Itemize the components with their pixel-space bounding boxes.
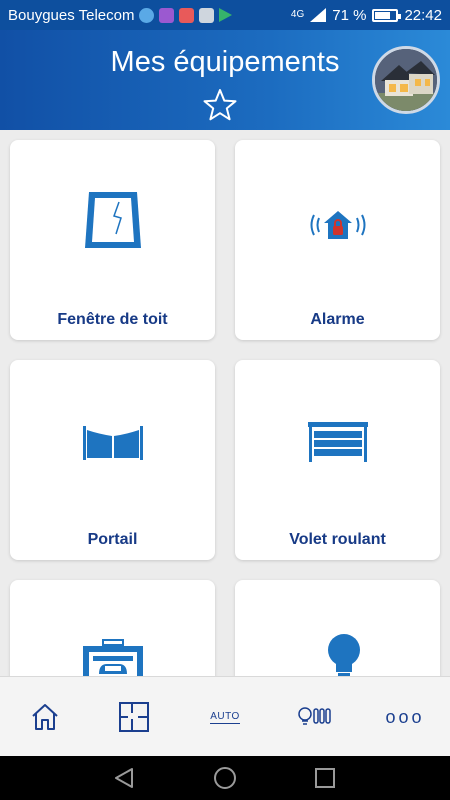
equipment-grid: Fenêtre de toit Alarme Portail Volet rou…: [0, 130, 450, 676]
home-icon: [32, 704, 58, 730]
garage-door-icon: [82, 639, 143, 676]
carrier-name: Bouygues Telecom: [8, 6, 135, 24]
equipment-card-light[interactable]: [235, 580, 440, 676]
nav-devices[interactable]: [295, 697, 335, 737]
equipment-card-garage[interactable]: [10, 580, 215, 676]
house-avatar[interactable]: [372, 46, 440, 114]
alarm-icon: [310, 211, 365, 239]
gate-icon: [82, 426, 143, 460]
system-navigation-bar: [0, 756, 450, 800]
play-store-icon: [219, 8, 233, 22]
favorite-star-icon[interactable]: [203, 88, 237, 122]
equipment-label: Fenêtre de toit: [57, 311, 168, 328]
app-notification-icon: [159, 7, 175, 23]
app-header: Mes équipements: [0, 30, 450, 130]
back-icon[interactable]: [112, 766, 136, 790]
mail-icon: [179, 7, 195, 23]
nav-more[interactable]: ooo: [385, 697, 425, 737]
equipment-card-gate[interactable]: Portail: [10, 360, 215, 560]
equipment-card-roller-shutter[interactable]: Volet roulant: [235, 360, 440, 560]
light-bulb-icon: [327, 634, 360, 676]
bottom-navigation: AUTO ooo: [0, 676, 450, 756]
nav-home[interactable]: [25, 697, 65, 737]
nav-auto[interactable]: AUTO: [205, 697, 245, 737]
battery-icon: [372, 8, 402, 22]
equipment-card-roof-window[interactable]: Fenêtre de toit: [10, 140, 215, 340]
equipment-label: Alarme: [310, 311, 365, 328]
devices-icon: [298, 707, 331, 725]
auto-icon: AUTO: [210, 710, 240, 724]
roof-window-icon: [84, 192, 141, 248]
signal-icon: [310, 8, 327, 22]
clock: 22:42: [404, 6, 442, 24]
roller-shutter-icon: [307, 422, 368, 462]
status-right: 4G 71 % 22:42: [291, 7, 442, 24]
battery-percent: 71 %: [332, 6, 367, 24]
status-bar: Bouygues Telecom 4G 71 % 22:42: [0, 0, 450, 30]
network-type: 4G: [290, 9, 305, 20]
nav-floor-plan[interactable]: [114, 697, 154, 737]
home-button-icon[interactable]: [213, 766, 237, 790]
notification-icon: [199, 7, 215, 23]
equipment-label: Portail: [87, 531, 138, 548]
moon-icon: [139, 7, 155, 23]
house-photo-icon: [375, 49, 437, 111]
recent-apps-icon[interactable]: [313, 766, 337, 790]
equipment-label: Volet roulant: [289, 531, 386, 548]
equipment-card-alarm[interactable]: Alarme: [235, 140, 440, 340]
floor-plan-icon: [119, 702, 149, 732]
more-icon: ooo: [385, 706, 425, 727]
status-left: Bouygues Telecom: [8, 6, 233, 24]
